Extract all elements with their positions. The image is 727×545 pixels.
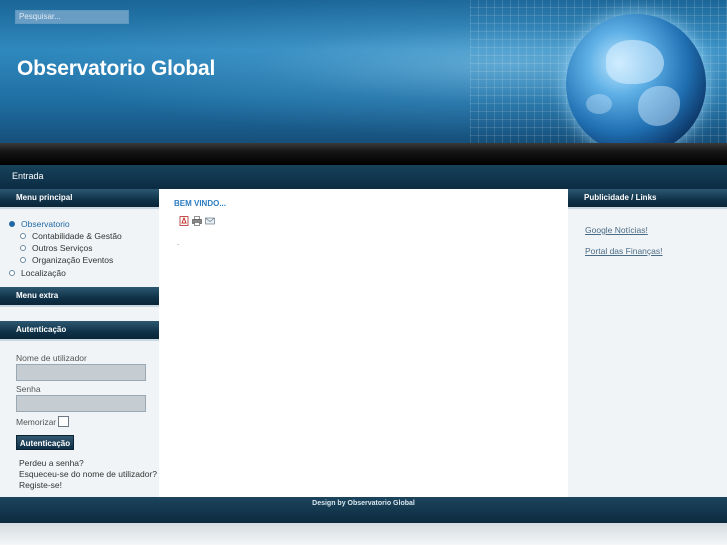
menu-item-outros-servicos[interactable]: Outros Serviços (20, 243, 92, 253)
pdf-icon[interactable] (179, 216, 189, 226)
username-label: Nome de utilizador (16, 353, 87, 363)
password-field[interactable] (16, 395, 146, 412)
extra-menu-heading: Menu extra (0, 287, 159, 307)
menu-item-observatorio[interactable]: Observatorio (9, 219, 70, 229)
register-link[interactable]: Registe-se! (19, 480, 62, 490)
google-noticias-link[interactable]: Google Notícias! (585, 225, 648, 235)
remember-label: Memorizar (16, 417, 57, 427)
login-button[interactable]: Autenticação (16, 435, 74, 450)
menu-item-organizacao-eventos[interactable]: Organização Eventos (20, 255, 113, 265)
search-input[interactable] (15, 10, 129, 24)
login-heading: Autenticação (0, 321, 159, 341)
remember-checkbox[interactable] (58, 416, 69, 427)
site-header: Observatorio Global (0, 0, 727, 143)
username-field[interactable] (16, 364, 146, 381)
footer-bottom-band (0, 523, 727, 545)
bullet-icon (20, 233, 26, 239)
bullet-icon (20, 245, 26, 251)
globe-image (566, 14, 706, 143)
email-icon[interactable] (205, 216, 215, 226)
header-divider-band (0, 143, 727, 165)
bullet-icon (9, 221, 15, 227)
right-sidebar: Publicidade / Links Google Notícias! Por… (568, 189, 727, 497)
menu-item-contabilidade[interactable]: Contabilidade & Gestão (20, 231, 122, 241)
nav-item-entrada[interactable]: Entrada (12, 171, 44, 181)
article-body: . (177, 238, 180, 247)
article-title[interactable]: BEM VINDO... (174, 199, 226, 208)
footer-credit: Design by Observatorio Global (312, 500, 415, 507)
main-content: BEM VINDO... . (159, 189, 568, 497)
bullet-icon (9, 270, 15, 276)
site-footer: Design by Observatorio Global (0, 497, 727, 523)
lost-password-link[interactable]: Perdeu a senha? (19, 458, 84, 468)
forgot-username-link[interactable]: Esqueceu-se do nome de utilizador? (19, 469, 157, 479)
top-nav: Entrada (0, 165, 727, 189)
password-label: Senha (16, 384, 41, 394)
portal-financas-link[interactable]: Portal das Finanças! (585, 246, 662, 256)
main-menu-heading: Menu principal (0, 189, 159, 209)
links-heading: Publicidade / Links (568, 189, 727, 209)
bullet-icon (20, 257, 26, 263)
menu-item-localizacao[interactable]: Localização (9, 268, 66, 278)
site-title: Observatorio Global (17, 57, 216, 80)
print-icon[interactable] (192, 216, 202, 226)
left-sidebar: Menu principal Observatorio Contabilidad… (0, 189, 159, 497)
